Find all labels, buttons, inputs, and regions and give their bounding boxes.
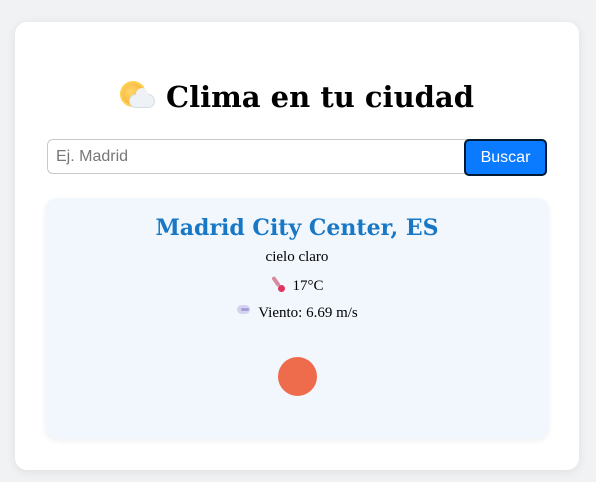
search-input[interactable] [47,139,469,174]
app-card: Clima en tu ciudad Buscar Madrid City Ce… [15,22,579,470]
page-title-text: Clima en tu ciudad [166,80,474,114]
temperature-value: 17°C [292,278,324,294]
sun-behind-cloud-icon [120,81,156,111]
wind-row: Viento: 6.69 m/s [45,303,549,322]
city-name: Madrid City Center, ES [155,215,439,241]
search-button[interactable]: Buscar [464,139,547,176]
wind-value: Viento: 6.69 m/s [258,305,358,321]
search-bar: Buscar [47,139,549,176]
weather-description: cielo claro [265,249,329,265]
weather-result-panel: Madrid City Center, ES cielo claro 17°C … [45,198,549,439]
wind-icon [236,303,252,319]
thermometer-icon [270,276,286,292]
weather-indicator-circle [278,357,317,396]
page-title: Clima en tu ciudad [15,80,579,114]
temperature-row: 17°C [45,276,549,295]
